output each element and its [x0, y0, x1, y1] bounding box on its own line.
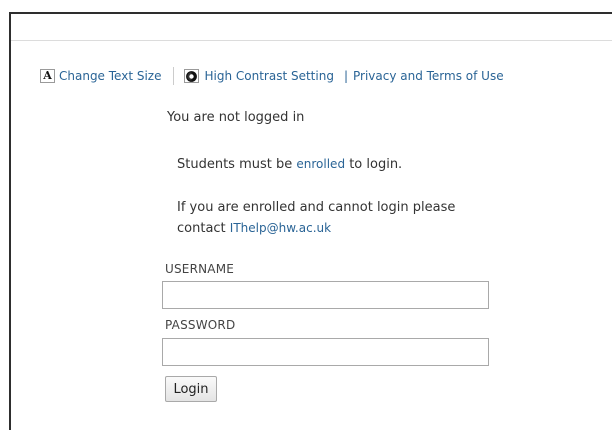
- enrolment-notice-suffix: to login.: [349, 157, 403, 172]
- enrolled-link[interactable]: enrolled: [296, 157, 345, 171]
- header-divider: [11, 40, 612, 41]
- help-email-link[interactable]: IThelp@hw.ac.uk: [230, 221, 331, 235]
- enrolment-notice: Students must be enrolled to login.: [177, 154, 402, 175]
- text-size-icon: A: [40, 69, 55, 83]
- password-input[interactable]: [162, 338, 489, 366]
- privacy-terms-link[interactable]: Privacy and Terms of Use: [353, 69, 504, 83]
- toolbar-divider: [173, 67, 175, 85]
- change-text-size-label: Change Text Size: [59, 69, 162, 83]
- login-page: A Change Text Size High Contrast Setting…: [0, 0, 612, 430]
- enrolment-notice-prefix: Students must be: [177, 157, 293, 172]
- high-contrast-label: High Contrast Setting: [204, 69, 334, 83]
- username-input[interactable]: [162, 281, 489, 309]
- window-left-border: [9, 12, 11, 430]
- username-label: USERNAME: [165, 262, 235, 276]
- accessibility-toolbar: A Change Text Size High Contrast Setting…: [40, 67, 504, 85]
- help-notice: If you are enrolled and cannot login ple…: [177, 197, 477, 239]
- header-band: [11, 14, 612, 40]
- login-button[interactable]: Login: [165, 376, 217, 402]
- password-label: PASSWORD: [165, 318, 236, 332]
- privacy-terms-label: Privacy and Terms of Use: [352, 69, 504, 83]
- pipe-separator: |: [343, 69, 348, 83]
- login-status-text: You are not logged in: [167, 110, 305, 125]
- contrast-icon: [184, 69, 200, 83]
- change-text-size-link[interactable]: A Change Text Size: [40, 69, 161, 83]
- high-contrast-link[interactable]: High Contrast Setting: [184, 69, 334, 83]
